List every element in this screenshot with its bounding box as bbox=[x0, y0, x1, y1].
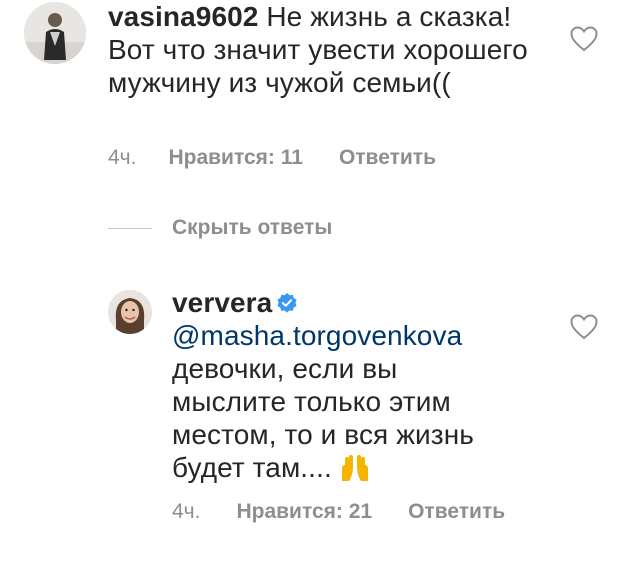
comment-username[interactable]: vasina9602 bbox=[108, 1, 258, 32]
avatar[interactable] bbox=[108, 290, 152, 334]
divider-line bbox=[108, 227, 152, 229]
heart-outline-icon[interactable] bbox=[570, 314, 598, 340]
hide-replies-button[interactable]: Скрыть ответы bbox=[108, 216, 332, 240]
comment-line: местом, то и вся жизнь bbox=[172, 419, 474, 450]
comment-text: vasina9602 Не жизнь а сказка! Вот что зн… bbox=[108, 0, 538, 99]
raised-hands-icon bbox=[338, 453, 372, 490]
comment-time: 4ч. bbox=[108, 146, 137, 169]
comment-time: 4ч. bbox=[172, 500, 201, 523]
comment-likes[interactable]: Нравится: 11 bbox=[168, 146, 302, 170]
heart-outline-icon[interactable] bbox=[570, 26, 598, 52]
reply-button[interactable]: Ответить bbox=[339, 146, 436, 170]
mention-link[interactable]: @masha.torgovenkova bbox=[172, 319, 572, 352]
hide-replies-label: Скрыть ответы bbox=[172, 216, 333, 239]
comment-meta: 4ч. Нравится: 21 Ответить bbox=[172, 500, 505, 524]
comment-meta: 4ч. Нравится: 11 Ответить bbox=[108, 146, 436, 170]
reply-button[interactable]: Ответить bbox=[408, 500, 505, 524]
comment-line: девочки, если вы bbox=[172, 353, 398, 384]
comment-line: будет там.... bbox=[172, 452, 332, 483]
verified-badge-icon bbox=[276, 288, 298, 313]
comment-username[interactable]: ververa bbox=[172, 287, 272, 318]
avatar[interactable] bbox=[24, 2, 86, 64]
comment-likes[interactable]: Нравится: 21 bbox=[236, 500, 372, 524]
comment-text: ververa @masha.torgovenkova девочки, есл… bbox=[172, 286, 572, 490]
comment-line: мыслите только этим bbox=[172, 386, 451, 417]
